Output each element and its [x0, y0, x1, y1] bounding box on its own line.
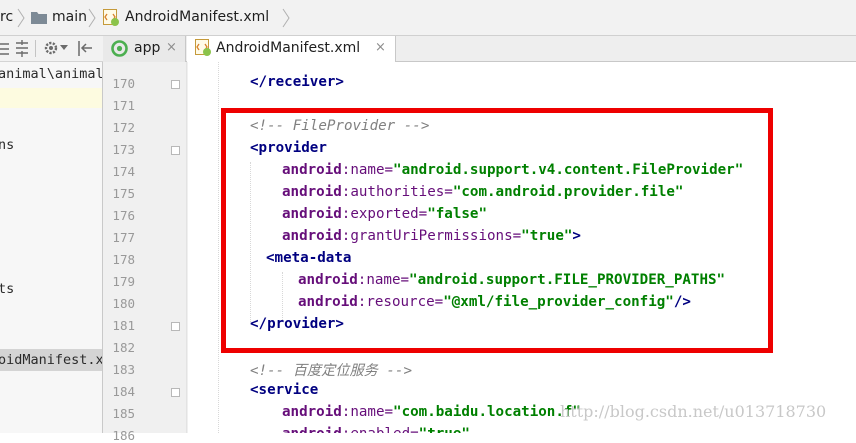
code-token-cmt: <!-- 百度定位服务 --> — [250, 363, 412, 379]
code-line[interactable]: android:enabled="true" — [282, 426, 470, 433]
line-number: 186 — [112, 428, 135, 443]
tree-highlight-row — [0, 88, 102, 108]
code-line[interactable]: android:name="com.baidu.location.f" — [282, 404, 581, 420]
fold-marker-icon[interactable] — [171, 80, 180, 89]
tree-item-ns[interactable]: ns — [0, 137, 14, 153]
code-token-val: "true" — [419, 426, 470, 433]
fold-marker-icon[interactable] — [171, 322, 180, 331]
gutter-divider — [186, 62, 187, 433]
code-token-tag: <service — [250, 382, 319, 398]
tree-item-androidmanifest[interactable]: oidManifest.x — [0, 352, 102, 368]
line-number: 178 — [112, 252, 135, 267]
line-number: 179 — [112, 274, 135, 289]
line-number: 180 — [112, 296, 135, 311]
line-number: 174 — [112, 164, 135, 179]
hide-panel-icon[interactable] — [78, 40, 94, 57]
chevron-right-icon — [88, 8, 96, 28]
manifest-file-icon — [195, 39, 211, 56]
project-toolbar — [0, 36, 103, 62]
code-line[interactable]: </receiver> — [250, 74, 344, 90]
code-token-tag: </receiver> — [250, 74, 344, 90]
tab-androidmanifest[interactable]: AndroidManifest.xml × — [187, 36, 396, 62]
indent-guide — [218, 62, 219, 433]
tab-close-androidmanifest-icon[interactable]: × — [375, 40, 386, 55]
line-number: 170 — [112, 76, 135, 91]
code-token-attrns: android — [282, 426, 342, 433]
chevron-right-icon — [17, 8, 25, 28]
line-number: 173 — [112, 142, 135, 157]
line-number: 175 — [112, 186, 135, 201]
editor-gutter: 170 171 172 173 174 175 176 177 178 179 180 181 182 1… — [103, 62, 188, 443]
line-number: 177 — [112, 230, 135, 245]
line-number: 172 — [112, 120, 135, 135]
chevron-right-icon — [282, 8, 290, 28]
highlight-box — [221, 108, 773, 353]
code-token-attr: :name= — [341, 404, 394, 420]
tab-app[interactable]: app × — [103, 36, 186, 62]
line-number: 182 — [112, 340, 135, 355]
tab-label-app: app — [134, 40, 161, 56]
project-tree: animal\animals ns ts oidManifest.x — [0, 62, 103, 433]
breadcrumb-item-main[interactable]: main — [52, 9, 87, 25]
line-number: 171 — [112, 98, 135, 113]
breadcrumb-item-androidmanifest[interactable]: AndroidManifest.xml — [125, 9, 269, 25]
app-module-icon — [111, 40, 128, 57]
folder-icon — [31, 12, 47, 24]
tab-close-app-icon[interactable]: × — [166, 40, 177, 55]
breadcrumb-item-src[interactable]: rc — [0, 9, 13, 25]
toolbar-divider — [35, 40, 36, 57]
chevron-down-icon[interactable] — [60, 45, 68, 51]
tab-label-androidmanifest: AndroidManifest.xml — [216, 40, 361, 56]
line-number: 183 — [112, 362, 135, 377]
line-number: 181 — [112, 318, 135, 333]
manifest-file-icon — [103, 9, 119, 26]
code-line[interactable]: <!-- 百度定位服务 --> — [250, 360, 412, 380]
tree-item-animal-path[interactable]: animal\animals — [0, 66, 102, 82]
gear-icon[interactable] — [43, 40, 60, 57]
code-token-val: "com.baidu.location.f" — [393, 404, 581, 420]
line-number: 176 — [112, 208, 135, 223]
tree-item-ts[interactable]: ts — [0, 281, 14, 297]
editor-tab-bar: app × AndroidManifest.xml × — [103, 36, 856, 62]
watermark: http://blog.csdn.net/u013718730 — [560, 402, 827, 421]
collapse-all-icon[interactable] — [0, 41, 12, 57]
scroll-from-source-icon[interactable] — [14, 40, 30, 57]
line-number: 184 — [112, 384, 135, 399]
code-token-attrns: android — [282, 404, 342, 420]
breadcrumb: rc main AndroidManifest.xml — [0, 0, 856, 36]
line-number: 185 — [112, 406, 135, 421]
code-token-attr: :enabled= — [342, 426, 419, 433]
fold-marker-icon[interactable] — [171, 146, 180, 155]
code-line[interactable]: <service — [250, 382, 318, 398]
fold-marker-icon[interactable] — [171, 388, 180, 397]
